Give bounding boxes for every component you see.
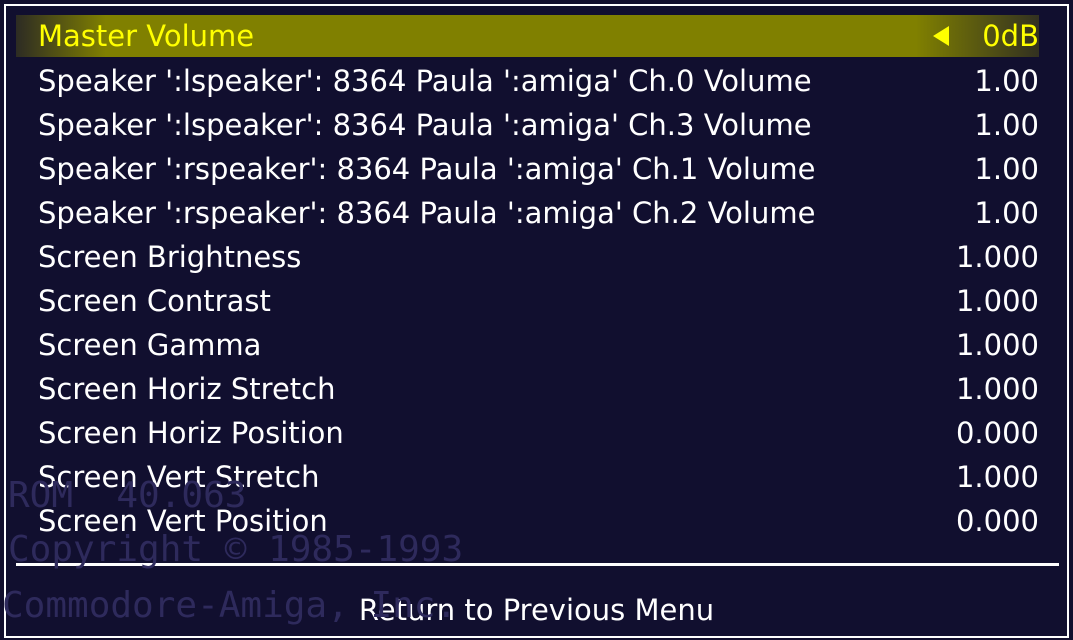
menu-item-value: 1.000 (955, 460, 1039, 494)
menu-item-value: 1.00 (974, 196, 1039, 230)
menu-item[interactable]: Screen Horiz Stretch 1.000 (16, 367, 1039, 411)
menu-item-label: Master Volume (38, 19, 255, 53)
menu-item-value: 1.000 (955, 372, 1039, 406)
menu-item[interactable]: Speaker ':rspeaker': 8364 Paula ':amiga'… (16, 147, 1039, 191)
menu-item[interactable]: Screen Contrast 1.000 (16, 279, 1039, 323)
menu-item-label: Speaker ':lspeaker': 8364 Paula ':amiga'… (38, 64, 812, 98)
menu-item[interactable]: Master Volume 0dB (16, 15, 1039, 57)
triangle-left-icon[interactable] (933, 26, 949, 46)
menu-item-value: 1.000 (955, 328, 1039, 362)
menu-item-value: 0.000 (955, 504, 1039, 538)
menu-item-value: 1.00 (974, 152, 1039, 186)
menu-item-label: Screen Brightness (38, 240, 302, 274)
background-copyright-text: Copyright © 1985-1993 (8, 529, 464, 570)
menu-item-label: Screen Horiz Position (38, 416, 344, 450)
menu-item-value: 1.000 (955, 284, 1039, 318)
menu-item[interactable]: Screen Brightness 1.000 (16, 235, 1039, 279)
menu-item[interactable]: Screen Gamma 1.000 (16, 323, 1039, 367)
menu-item[interactable]: Speaker ':lspeaker': 8364 Paula ':amiga'… (16, 103, 1039, 147)
menu-item-value: 1.00 (974, 64, 1039, 98)
menu-item-value: 1.000 (955, 240, 1039, 274)
menu-item-value: 0dB (982, 19, 1039, 53)
menu-item[interactable]: Speaker ':rspeaker': 8364 Paula ':amiga'… (16, 191, 1039, 235)
menu-item[interactable]: Speaker ':lspeaker': 8364 Paula ':amiga'… (16, 59, 1039, 103)
menu-item-value: 1.00 (974, 108, 1039, 142)
menu-item-label: Screen Gamma (38, 328, 262, 362)
menu-item-value: 0.000 (955, 416, 1039, 450)
background-company-text: Commodore-Amiga, Inc. (2, 585, 458, 626)
menu-item-label: Screen Contrast (38, 284, 271, 318)
menu-item-label: Speaker ':lspeaker': 8364 Paula ':amiga'… (38, 108, 812, 142)
menu-item-label: Screen Horiz Stretch (38, 372, 336, 406)
background-rom-text: ROM 40.063 (8, 475, 247, 516)
menu-item-label: Speaker ':rspeaker': 8364 Paula ':amiga'… (38, 196, 816, 230)
menu-item-label: Speaker ':rspeaker': 8364 Paula ':amiga'… (38, 152, 816, 186)
menu-item[interactable]: Screen Horiz Position 0.000 (16, 411, 1039, 455)
